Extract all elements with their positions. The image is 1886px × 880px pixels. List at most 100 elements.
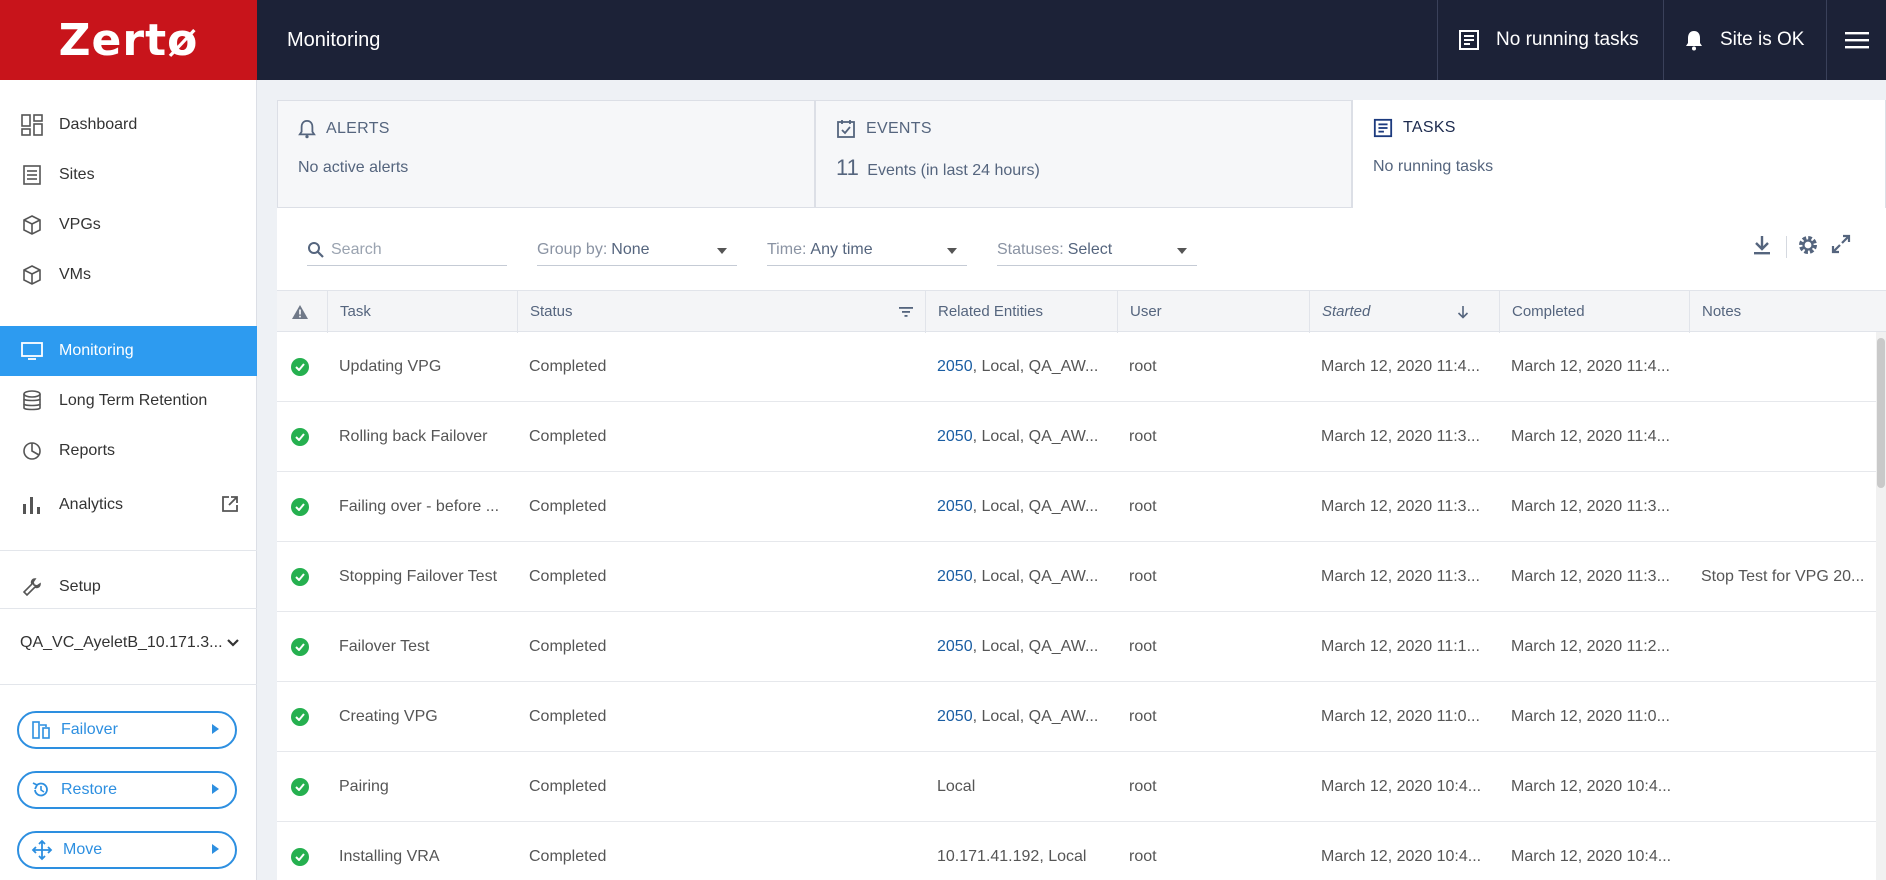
cell-completed: March 12, 2020 10:4... xyxy=(1511,778,1672,795)
chevron-down-icon xyxy=(227,639,239,647)
failover-icon xyxy=(31,720,51,740)
filter-bar: Group by: None Time: Any time Statuses: … xyxy=(277,208,1886,290)
table-row[interactable]: Rolling back Failover Completed 2050, Loca… xyxy=(277,402,1886,472)
entity-text: , Local, QA_AW... xyxy=(972,708,1099,725)
sidebar-divider xyxy=(0,608,257,609)
entity-link[interactable]: 2050 xyxy=(937,638,973,655)
cell-status: Completed xyxy=(529,708,607,725)
download-icon[interactable] xyxy=(1752,234,1772,261)
column-header-user[interactable]: User xyxy=(1117,291,1309,333)
statuses-dropdown[interactable]: Statuses: Select xyxy=(997,234,1197,266)
sidebar-item-label: Monitoring xyxy=(59,342,134,359)
move-button[interactable]: Move xyxy=(17,831,237,869)
dashboard-icon xyxy=(20,113,44,137)
failover-button[interactable]: Failover xyxy=(17,711,237,749)
cell-started: March 12, 2020 11:0... xyxy=(1321,708,1480,725)
severity-column-header[interactable] xyxy=(277,291,327,333)
events-panel[interactable]: EVENTS 11 Events (in last 24 hours) xyxy=(815,100,1352,208)
sites-icon xyxy=(20,163,44,187)
tasks-panel-header: TASKS xyxy=(1373,118,1456,138)
cell-user: root xyxy=(1129,358,1157,375)
entity-link[interactable]: 2050 xyxy=(937,498,973,515)
site-selector[interactable]: QA_VC_AyeletB_10.171.3... xyxy=(20,628,240,658)
filter-icon[interactable] xyxy=(899,306,913,318)
tasks-panel[interactable]: TASKS No running tasks xyxy=(1352,100,1886,208)
restore-button[interactable]: Restore xyxy=(17,771,237,809)
cell-task: Stopping Failover Test xyxy=(339,568,498,585)
entity-link[interactable]: 2050 xyxy=(937,428,973,445)
column-header-started[interactable]: Started xyxy=(1309,291,1499,333)
sidebar-item-vms[interactable]: VMs xyxy=(0,250,257,300)
cell-related-entities: 2050, Local, QA_AW... xyxy=(925,332,1117,402)
hamburger-icon xyxy=(1844,32,1869,49)
cell-task: Failover Test xyxy=(339,638,430,655)
sidebar-item-setup[interactable]: Setup xyxy=(0,562,257,612)
cell-status: Completed xyxy=(529,358,607,375)
alerts-panel-header: ALERTS xyxy=(298,119,390,139)
tasks-text: No running tasks xyxy=(1373,158,1494,175)
cell-status: Completed xyxy=(529,568,607,585)
time-dropdown[interactable]: Time: Any time xyxy=(767,234,967,266)
bell-icon xyxy=(298,119,316,139)
external-link-icon[interactable] xyxy=(221,495,239,518)
sidebar-item-reports[interactable]: Reports xyxy=(0,426,257,476)
caret-down-icon xyxy=(1177,248,1187,254)
entity-text: , Local, QA_AW... xyxy=(972,358,1099,375)
sidebar-item-dashboard[interactable]: Dashboard xyxy=(0,100,257,150)
cell-task: Rolling back Failover xyxy=(339,428,488,445)
search-box[interactable] xyxy=(307,234,507,266)
entity-link[interactable]: 2050 xyxy=(937,568,973,585)
entity-link[interactable]: 2050 xyxy=(937,358,973,375)
site-status-indicator[interactable]: Site is OK xyxy=(1663,0,1826,80)
expand-icon[interactable] xyxy=(1831,234,1851,259)
table-row[interactable]: Creating VPG Completed 2050, Local, QA_AW.… xyxy=(277,682,1886,752)
table-row[interactable]: Failover Test Completed 2050, Local, QA_AW… xyxy=(277,612,1886,682)
column-header-status[interactable]: Status xyxy=(517,291,925,333)
table-row[interactable]: Installing VRA Completed 10.171.41.192, Lo… xyxy=(277,822,1886,880)
scrollbar-thumb[interactable] xyxy=(1877,338,1885,488)
sidebar-item-sites[interactable]: Sites xyxy=(0,150,257,200)
table-row[interactable]: Pairing Completed Local root March 12, 2020 … xyxy=(277,752,1886,822)
alerts-panel[interactable]: ALERTS No active alerts xyxy=(277,100,815,208)
statuses-value: Select xyxy=(1067,240,1113,258)
cell-completed: March 12, 2020 11:0... xyxy=(1511,708,1670,725)
cell-completed: March 12, 2020 10:4... xyxy=(1511,848,1672,865)
column-header-notes[interactable]: Notes xyxy=(1689,291,1886,333)
sort-down-icon xyxy=(1457,306,1469,319)
column-header-related-entities[interactable]: Related Entities xyxy=(925,291,1117,333)
sidebar-item-label: Analytics xyxy=(59,496,124,513)
zerto-logo[interactable]: Zertø xyxy=(0,0,257,80)
group-by-label: Group by: xyxy=(537,240,608,258)
sidebar-item-long-term-retention[interactable]: Long Term Retention xyxy=(0,376,257,426)
group-by-dropdown[interactable]: Group by: None xyxy=(537,234,737,266)
vms-icon xyxy=(20,263,44,287)
cell-related-entities: 2050, Local, QA_AW... xyxy=(925,542,1117,612)
entity-link[interactable]: 2050 xyxy=(937,708,973,725)
cell-notes xyxy=(1689,402,1886,472)
table-row[interactable]: Failing over - before ... Completed 2050, … xyxy=(277,472,1886,542)
entity-text: Local xyxy=(937,778,976,795)
entity-text: 10.171.41.192, Local xyxy=(937,848,1087,865)
sidebar-item-analytics[interactable]: Analytics xyxy=(0,480,257,530)
tasks-icon xyxy=(1459,30,1479,50)
search-input[interactable] xyxy=(325,240,495,259)
entity-text: , Local, QA_AW... xyxy=(972,568,1099,585)
time-value: Any time xyxy=(810,240,873,258)
sidebar-item-vpgs[interactable]: VPGs xyxy=(0,200,257,250)
column-header-task[interactable]: Task xyxy=(327,291,517,333)
entity-text: , Local, QA_AW... xyxy=(972,498,1099,515)
cell-started: March 12, 2020 11:3... xyxy=(1321,498,1480,515)
cell-status: Completed xyxy=(529,778,607,795)
cell-started: March 12, 2020 11:4... xyxy=(1321,358,1480,375)
table-row[interactable]: Stopping Failover Test Completed 2050, Loc… xyxy=(277,542,1886,612)
sidebar-item-monitoring[interactable]: Monitoring xyxy=(0,326,257,376)
move-icon xyxy=(31,839,53,861)
database-icon xyxy=(20,389,44,413)
gear-icon[interactable] xyxy=(1797,234,1819,261)
table-row[interactable]: Updating VPG Completed 2050, Local, QA_AW.… xyxy=(277,332,1886,402)
menu-button[interactable] xyxy=(1826,0,1886,80)
column-header-completed[interactable]: Completed xyxy=(1499,291,1689,333)
running-tasks-indicator[interactable]: No running tasks xyxy=(1437,0,1663,80)
cell-task: Updating VPG xyxy=(339,358,442,375)
tasks-icon xyxy=(1373,118,1393,138)
